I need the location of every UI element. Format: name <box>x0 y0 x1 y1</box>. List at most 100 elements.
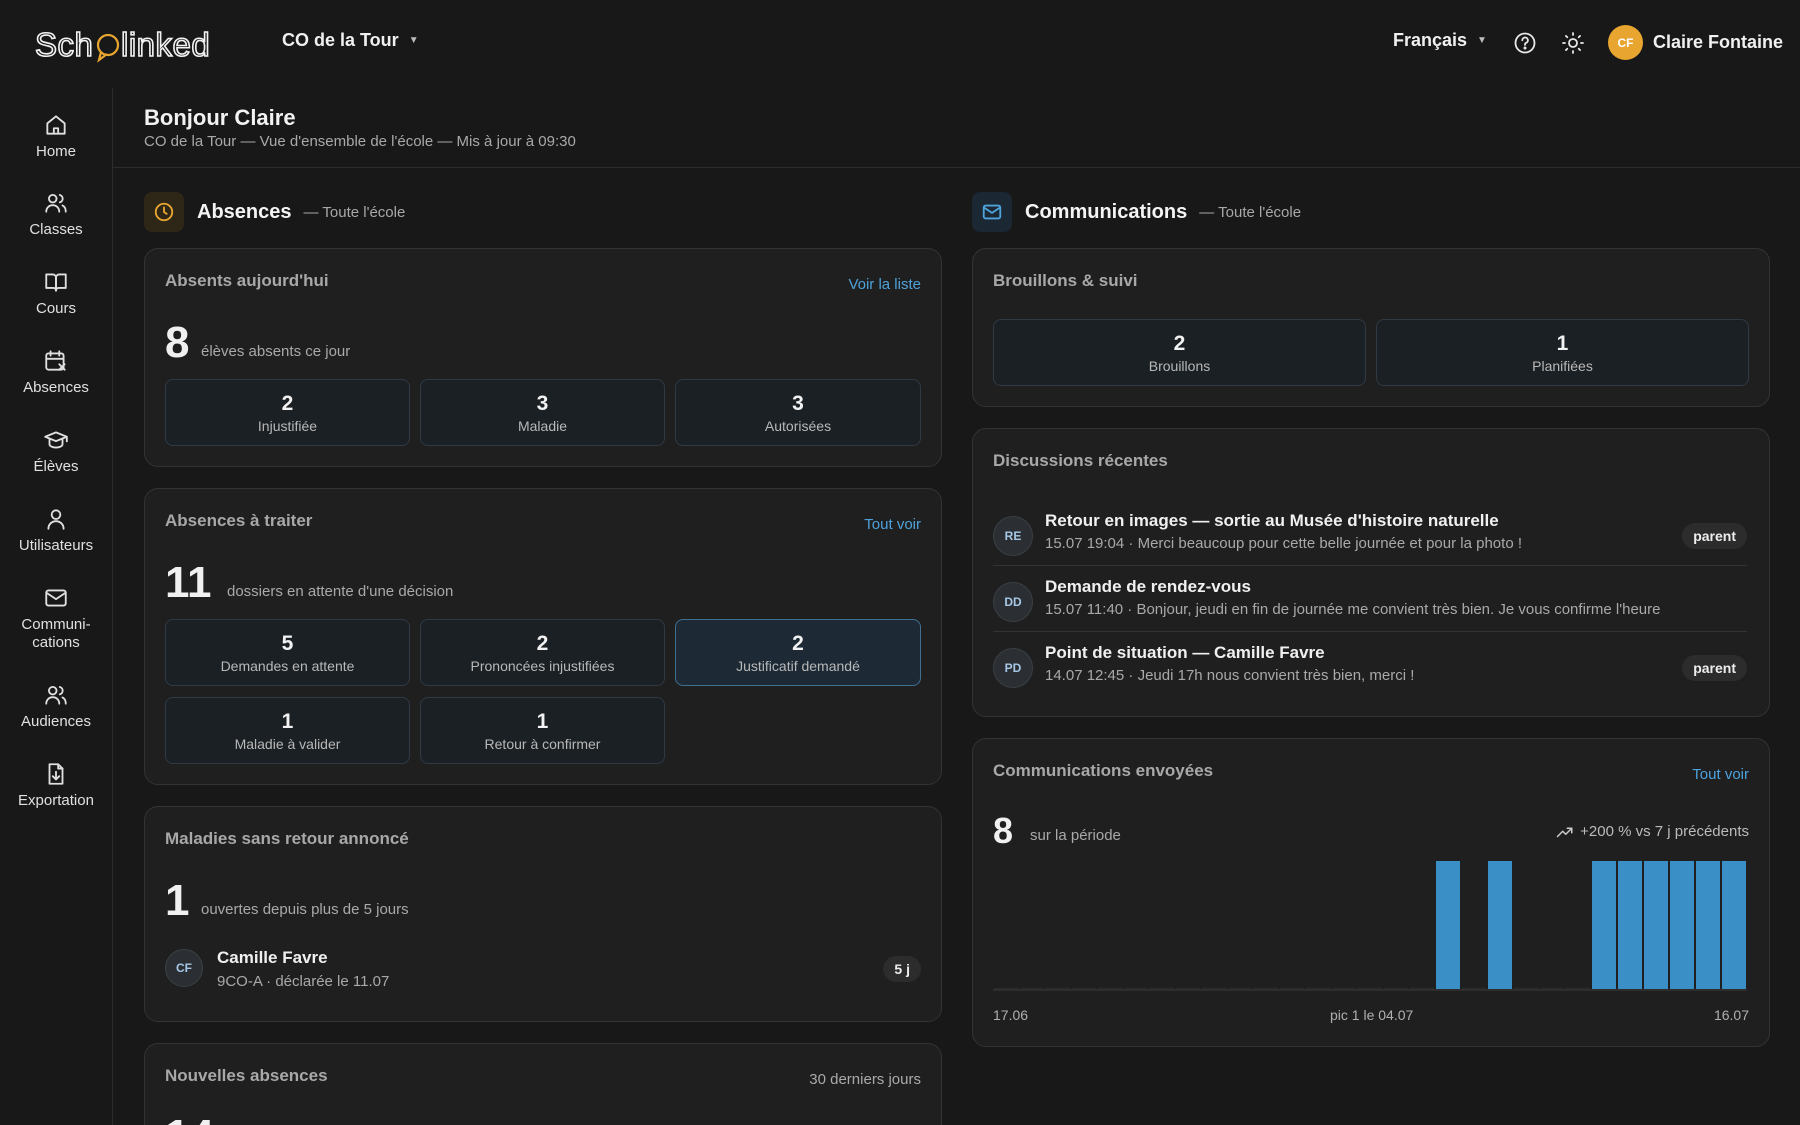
help-icon[interactable] <box>1513 31 1537 55</box>
file-download-icon <box>48 763 64 785</box>
chart-bar <box>1046 988 1070 990</box>
tile-maladie-a-valider[interactable]: 1 Maladie à valider <box>165 697 410 764</box>
sent-count: 8 <box>993 810 1014 851</box>
sidebar-item-audiences[interactable]: Audiences <box>0 682 112 731</box>
sidebar-item-absences[interactable]: Absences <box>0 348 112 397</box>
tile-value: 2 <box>792 632 804 655</box>
view-list-link[interactable]: Voir la liste <box>848 276 921 293</box>
list-item[interactable]: RE Retour en images — sortie au Musée d'… <box>993 511 1747 577</box>
chart-bar <box>1436 861 1460 989</box>
section-scope: — Toute l'école <box>1199 203 1302 221</box>
tile-label: Planifiées <box>1532 358 1593 374</box>
sent-bar-chart <box>993 861 1747 991</box>
top-bar: Sch linked CO de la Tour ▼ Français ▼ CF… <box>0 0 1800 88</box>
tile-label: Maladie <box>517 418 568 434</box>
chart-bar <box>1410 988 1434 990</box>
list-item[interactable]: DD Demande de rendez-vous 15.07 11:40 · … <box>993 577 1747 643</box>
communications-sent-card: Communications envoyées Tout voir 8 sur … <box>972 738 1770 1047</box>
sidebar-item-eleves[interactable]: Élèves <box>0 427 112 476</box>
trend-text: +200 % vs 7 j précédents <box>1580 823 1749 840</box>
card-title: Absences à traiter <box>165 511 313 530</box>
tile-label: Injustifiée <box>257 418 318 434</box>
sidebar-item-label: Absences <box>23 379 89 396</box>
sidebar-item-communications[interactable]: Communi- cations <box>0 585 112 652</box>
sidebar-item-utilisateurs[interactable]: Utilisateurs <box>0 506 112 555</box>
avatar: CF <box>1608 25 1643 60</box>
school-selector[interactable]: CO de la Tour ▼ <box>282 30 419 51</box>
chart-bar <box>1020 988 1044 990</box>
tile-value: 1 <box>1556 332 1569 355</box>
sidebar-item-label: Cours <box>35 300 76 317</box>
recent-discussions-card: Discussions récentes RE Retour en images… <box>972 428 1770 717</box>
avatar: CF <box>165 949 203 987</box>
tile-brouillons[interactable]: 2 Brouillons <box>993 319 1366 386</box>
caret-down-icon: ▼ <box>1477 35 1487 46</box>
duration-badge: 5 j <box>883 956 921 982</box>
x-axis-start-label: 17.06 <box>993 1007 1029 1023</box>
card-title: Nouvelles absences <box>165 1066 328 1085</box>
chart-bar <box>1722 861 1746 989</box>
tile-retour-a-confirmer[interactable]: 1 Retour à confirmer <box>420 697 665 764</box>
chart-bar <box>1514 988 1538 990</box>
tile-value: 2 <box>536 632 549 655</box>
tile-label: Maladie à valider <box>234 736 341 752</box>
sidebar-item-classes[interactable]: Classes <box>0 190 112 239</box>
avatar: PD <box>993 648 1033 688</box>
tile-label: Autorisées <box>764 418 832 434</box>
see-all-link[interactable]: Tout voir <box>864 516 921 533</box>
sidebar-item-cours[interactable]: Cours <box>0 269 112 318</box>
period-note: 30 derniers jours <box>809 1071 921 1088</box>
x-axis-end-label: 16.07 <box>1713 1007 1749 1023</box>
discussion-title: Point de situation — Camille Favre <box>1045 643 1325 662</box>
section-title: Communications <box>1025 200 1188 223</box>
language-selector[interactable]: Français ▼ <box>1393 30 1487 51</box>
tile-value: 1 <box>536 710 549 733</box>
calendar-x-icon <box>45 350 66 371</box>
absences-to-process-card: Absences à traiter Tout voir 11 dossiers… <box>144 488 942 785</box>
tile-label: Prononcées injustifiées <box>470 658 615 674</box>
absent-count: 8 <box>165 318 190 367</box>
user-name: Claire Fontaine <box>1653 32 1784 52</box>
sidebar-item-label: Exportation <box>18 792 94 809</box>
page-title: Bonjour Claire <box>144 105 296 130</box>
tile-justificatif-demande[interactable]: 2 Justificatif demandé <box>675 619 921 686</box>
pending-count: 11 <box>165 558 212 607</box>
mail-icon <box>45 589 67 607</box>
svg-text:linked: linked <box>121 26 210 63</box>
app-logo[interactable]: Sch linked <box>35 26 235 66</box>
role-badge: parent <box>1682 523 1747 549</box>
tile-prononcees-injustifiees[interactable]: 2 Prononcées injustifiées <box>420 619 665 686</box>
chart-bar <box>994 988 1018 990</box>
school-name: CO de la Tour <box>282 30 399 50</box>
tile-planifiees[interactable]: 1 Planifiées <box>1376 319 1749 386</box>
sidebar-item-home[interactable]: Home <box>0 112 112 161</box>
card-title: Absents aujourd'hui <box>165 271 329 290</box>
chart-bar <box>1540 988 1564 990</box>
tile-maladie[interactable]: 3 Maladie <box>420 379 665 446</box>
tile-demandes-en-attente[interactable]: 5 Demandes en attente <box>165 619 410 686</box>
chart-bar <box>1332 988 1356 990</box>
user-menu[interactable]: CF Claire Fontaine <box>1608 25 1783 60</box>
sidebar-item-label: Élèves <box>33 458 79 475</box>
sidebar-item-exportation[interactable]: Exportation <box>0 761 112 810</box>
tile-injustifiee[interactable]: 2 Injustifiée <box>165 379 410 446</box>
chart-bar <box>1566 988 1590 990</box>
see-all-link[interactable]: Tout voir <box>1692 766 1749 783</box>
sun-icon[interactable] <box>1561 31 1585 55</box>
tile-autorisees[interactable]: 3 Autorisées <box>675 379 921 446</box>
chart-bar <box>1358 988 1382 990</box>
tile-value: 2 <box>281 392 294 415</box>
tile-value: 3 <box>536 392 549 415</box>
graduation-cap-icon <box>44 431 68 449</box>
divider <box>993 565 1747 566</box>
sidebar-item-label: Classes <box>29 221 83 238</box>
sick-desc: ouvertes depuis plus de 5 jours <box>201 901 409 918</box>
list-item[interactable]: PD Point de situation — Camille Favre 14… <box>993 643 1747 709</box>
language-label: Français <box>1393 30 1468 50</box>
discussion-meta: 15.07 19:04 · Merci beaucoup pour cette … <box>1045 535 1522 552</box>
tile-value: 1 <box>281 710 294 733</box>
trend-indicator: +200 % vs 7 j précédents <box>1556 823 1749 840</box>
sidebar-item-label: Audiences <box>20 713 92 730</box>
chart-bar <box>1176 988 1200 990</box>
chart-bar <box>1618 861 1642 989</box>
